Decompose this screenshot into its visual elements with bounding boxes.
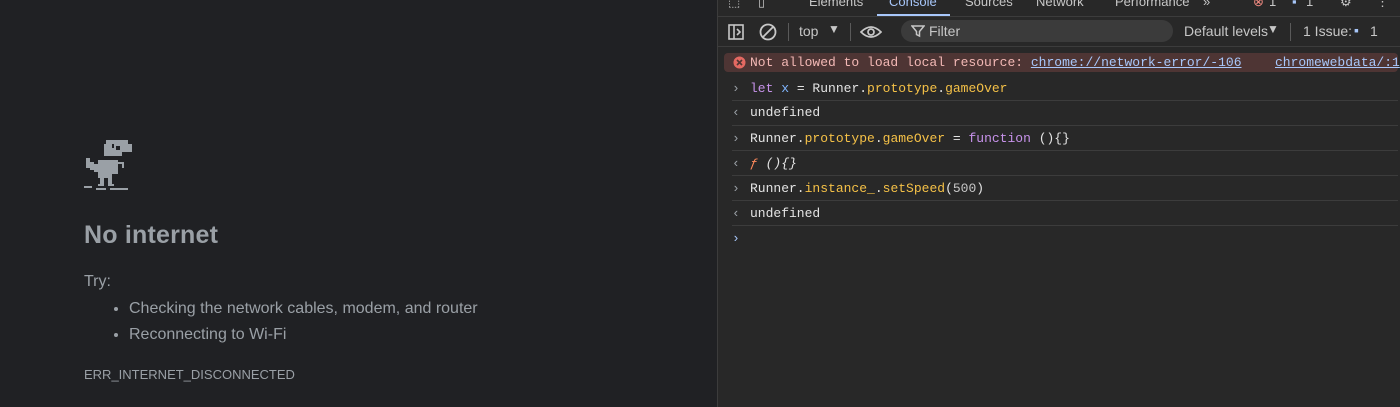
row-divider [732, 200, 1398, 201]
return-arrow-icon: ‹ [732, 105, 740, 120]
property: instance_ [804, 181, 875, 196]
inspect-element-icon[interactable]: ⬚ [728, 0, 740, 10]
property: gameOver [882, 131, 946, 146]
code-text: Runner. [750, 131, 805, 146]
function-glyph: ƒ [750, 156, 758, 171]
filter-icon [911, 25, 925, 38]
error-code: ERR_INTERNET_DISCONNECTED [84, 367, 295, 382]
console-prompt[interactable]: › [718, 231, 1400, 251]
issues-label[interactable]: 1 Issue: [1303, 23, 1352, 39]
t-rex-icon[interactable] [84, 140, 134, 192]
property: prototype [867, 81, 938, 96]
keyword: function [968, 131, 1031, 146]
chevron-right-icon: › [732, 81, 740, 96]
log-levels-dropdown[interactable]: Default levels [1184, 23, 1268, 39]
active-tab-indicator [877, 14, 950, 16]
devtools-tab-bar: ⬚ ▯ Elements Console Sources Network Per… [718, 0, 1400, 17]
more-options-icon[interactable]: ⋮ [1376, 0, 1389, 10]
error-count-icon[interactable]: ⊗ [1253, 0, 1264, 10]
result-value: undefined [750, 206, 821, 221]
return-arrow-icon: ‹ [732, 156, 740, 171]
tab-console[interactable]: Console [889, 0, 937, 9]
console-error-message: Not allowed to load local resource: chro… [724, 53, 1400, 72]
chevron-right-icon: › [732, 131, 740, 146]
tab-performance[interactable]: Performance [1115, 0, 1189, 9]
row-divider [732, 225, 1398, 226]
identifier: x [781, 81, 790, 96]
code-text: Runner. [750, 181, 805, 196]
chevron-right-icon: › [732, 181, 740, 196]
filter-box[interactable] [901, 20, 1173, 42]
row-divider [732, 125, 1398, 126]
error-count[interactable]: 1 [1269, 0, 1276, 9]
filter-input[interactable] [929, 22, 1159, 40]
toolbar-divider [850, 23, 851, 41]
eye-icon[interactable] [860, 24, 882, 40]
result-value: (){} [757, 156, 797, 171]
code-text: = [945, 131, 969, 146]
message-count[interactable]: 1 [1306, 0, 1313, 9]
keyword: let [750, 81, 774, 96]
device-toolbar-icon[interactable]: ▯ [758, 0, 765, 10]
list-item: Checking the network cables, modem, and … [129, 296, 478, 322]
devtools-panel: ⬚ ▯ Elements Console Sources Network Per… [717, 0, 1400, 407]
gear-icon[interactable]: ⚙ [1340, 0, 1352, 10]
issues-count[interactable]: 1 [1370, 23, 1378, 39]
context-selector[interactable]: top [799, 23, 818, 39]
code-text: ) [976, 181, 985, 196]
sidebar-toggle-icon[interactable] [727, 23, 745, 41]
chevron-double-right-icon[interactable]: » [1203, 0, 1210, 9]
result-value: undefined [750, 105, 821, 120]
error-url-link[interactable]: chrome://network-error/-106 [1031, 55, 1242, 70]
issue-icon[interactable]: ▪ [1354, 22, 1359, 38]
return-arrow-icon: ‹ [732, 206, 740, 221]
code-text: . [937, 81, 946, 96]
toolbar-divider [1290, 23, 1291, 41]
row-divider [732, 175, 1398, 176]
suggestion-list: Checking the network cables, modem, and … [84, 296, 478, 348]
chevron-down-icon[interactable]: ▼ [1267, 22, 1279, 36]
row-divider [732, 150, 1398, 151]
offline-error-page: No internet Try: Checking the network ca… [0, 0, 717, 407]
property: prototype [804, 131, 875, 146]
number-literal: 500 [952, 181, 977, 196]
code-text: . [874, 181, 883, 196]
error-source-link[interactable]: chromewebdata/:1 [1275, 55, 1400, 70]
code-text: = Runner. [789, 81, 868, 96]
page-title: No internet [84, 221, 219, 249]
code-text: ( [945, 181, 953, 196]
property: gameOver [945, 81, 1008, 96]
code-text: . [874, 131, 883, 146]
clear-console-icon[interactable] [758, 22, 778, 42]
error-text: Not allowed to load local resource: [750, 55, 1024, 70]
code-text: (){} [1030, 131, 1070, 146]
list-item: Reconnecting to Wi-Fi [129, 322, 478, 348]
tab-sources[interactable]: Sources [965, 0, 1013, 9]
try-label: Try: [84, 273, 111, 290]
tab-network[interactable]: Network [1036, 0, 1084, 9]
tab-elements[interactable]: Elements [809, 0, 863, 9]
property: setSpeed [882, 181, 946, 196]
console-toolbar: top ▼ Default levels ▼ 1 Issue: ▪ 1 [718, 17, 1400, 47]
error-icon [733, 56, 746, 69]
toolbar-divider [788, 23, 789, 41]
row-divider [732, 100, 1398, 101]
message-count-icon[interactable]: ▪ [1292, 0, 1297, 9]
chevron-down-icon[interactable]: ▼ [828, 22, 840, 36]
prompt-chevron-icon: › [732, 231, 740, 246]
